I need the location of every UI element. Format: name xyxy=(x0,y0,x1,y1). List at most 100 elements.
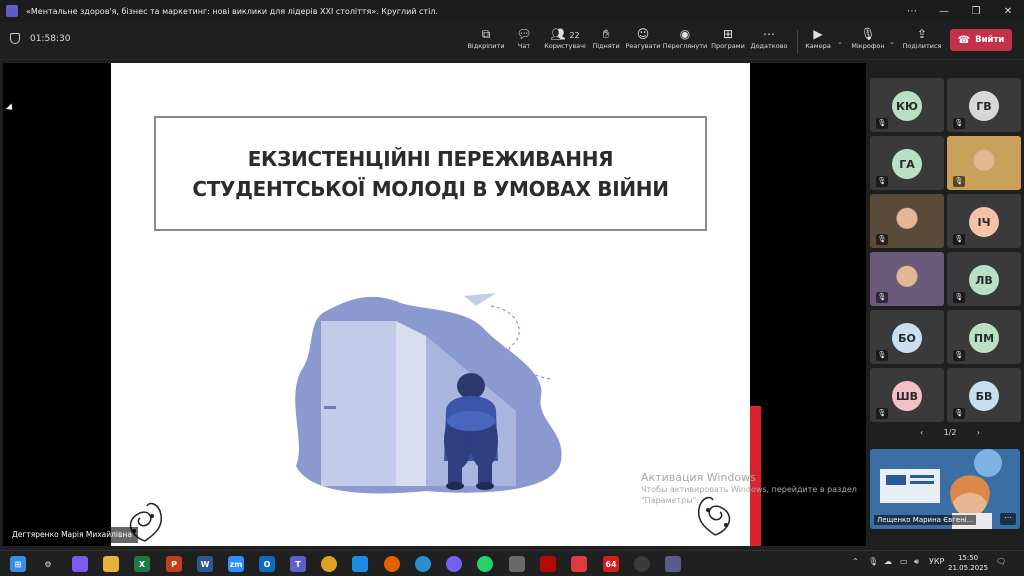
tray-cloud-icon[interactable]: ☁ xyxy=(884,557,892,566)
share-icon: ⇪ xyxy=(916,27,928,41)
mic-muted-icon: 🎙︎ xyxy=(860,27,876,41)
file-explorer-icon[interactable] xyxy=(103,556,119,572)
title-bar: «Ментальне здоров'я, бізнес та маркетинг… xyxy=(0,0,1024,22)
teams-icon[interactable]: T xyxy=(290,556,306,572)
teams-app-icon xyxy=(6,5,18,17)
participant-tile[interactable]: ІЧ 🎙︎ xyxy=(947,194,1021,248)
mic-button[interactable]: 🎙︎ Мікрофон xyxy=(845,26,891,56)
tray-mic-icon[interactable]: 🎙︎ xyxy=(868,557,878,566)
window-controls: ⋯ — ❐ ✕ xyxy=(896,0,1024,22)
shield-icon xyxy=(10,33,20,44)
anydesk-icon[interactable] xyxy=(571,556,587,572)
phone-hangup-icon: ☎ xyxy=(957,34,971,46)
viber-icon[interactable] xyxy=(446,556,462,572)
zoom-icon[interactable]: zm xyxy=(228,556,244,572)
calculator-icon[interactable] xyxy=(509,556,525,572)
excel-icon[interactable]: X xyxy=(134,556,150,572)
people-icon: 👥︎ 22 xyxy=(550,27,580,41)
maximize-icon[interactable]: ❐ xyxy=(960,0,992,22)
store-icon[interactable] xyxy=(352,556,368,572)
tray-battery-icon[interactable]: ▭ xyxy=(900,557,908,566)
tray-chevron-icon[interactable]: ⌃ xyxy=(852,557,859,566)
whatsapp-icon[interactable] xyxy=(477,556,493,572)
chrome-icon[interactable] xyxy=(321,556,337,572)
participant-tile[interactable]: ПМ 🎙︎ xyxy=(947,310,1021,364)
app-globe-icon[interactable] xyxy=(634,556,650,572)
participant-tile[interactable]: 🎙︎ xyxy=(870,252,944,306)
mic-muted-icon: 🎙︎ xyxy=(953,118,965,129)
acrobat-icon[interactable] xyxy=(540,556,556,572)
tray-volume-icon[interactable]: 🔊︎ xyxy=(914,557,919,567)
system-clock[interactable]: 15:50 21.05.2025 xyxy=(948,553,988,573)
participant-tile[interactable]: ГА 🎙︎ xyxy=(870,136,944,190)
share-button[interactable]: ⇪ Поділитися xyxy=(899,26,945,56)
gallery-pager: ‹ 1/2 › xyxy=(920,428,980,437)
react-button[interactable]: ☺ Реагувати xyxy=(620,26,666,56)
view-button[interactable]: ◉ Переглянути xyxy=(662,26,708,56)
participant-avatar: ШВ xyxy=(892,381,922,411)
slide-title-box: ЕКЗИСТЕНЦІЙНІ ПЕРЕЖИВАННЯ СТУДЕНТСЬКОЇ М… xyxy=(154,116,707,231)
participant-tile[interactable]: ЛВ 🎙︎ xyxy=(947,252,1021,306)
view-icon: ◉ xyxy=(679,27,691,41)
page-indicator: 1/2 xyxy=(943,428,957,437)
people-button[interactable]: 👥︎ 22 Користувачі xyxy=(542,26,588,56)
timer-text: 01:58:30 xyxy=(30,33,71,44)
notification-icon[interactable]: 🗨︎ xyxy=(996,557,1006,566)
ellipsis-icon: ⋯ xyxy=(763,27,775,41)
minimize-icon[interactable]: — xyxy=(928,0,960,22)
chat-button[interactable]: 💬︎ Чат xyxy=(501,26,547,56)
sad-person-illustration xyxy=(295,293,562,494)
mic-options-chevron-icon[interactable]: ⌄ xyxy=(889,38,895,46)
chat-icon: 💬︎ xyxy=(516,27,532,41)
apps-button[interactable]: ⊞ Програми xyxy=(705,26,751,56)
leave-button[interactable]: ☎ Вийти xyxy=(950,29,1012,51)
mic-muted-icon: 🎙︎ xyxy=(953,176,965,187)
participant-tile[interactable]: ГВ 🎙︎ xyxy=(947,78,1021,132)
mic-muted-icon: 🎙︎ xyxy=(876,118,888,129)
popout-icon: ⧉ xyxy=(481,27,491,41)
more-options-icon[interactable]: ⋯ xyxy=(896,0,928,22)
powerpoint-icon[interactable]: P xyxy=(166,556,182,572)
copilot-icon[interactable] xyxy=(72,556,88,572)
participant-avatar: КЮ xyxy=(892,91,922,121)
meeting-toolbar: 01:58:30 ⧉ Відкріпити 💬︎ Чат 👥︎ 22 Корис… xyxy=(0,22,1024,60)
more-button[interactable]: ⋯ Додатково xyxy=(746,26,792,56)
hand-icon: ✋︎ xyxy=(602,27,610,41)
prev-page-icon[interactable]: ‹ xyxy=(920,428,923,437)
participant-avatar: ПМ xyxy=(969,323,999,353)
participant-avatar: ІЧ xyxy=(969,207,999,237)
mic-muted-icon: 🎙︎ xyxy=(876,234,888,245)
meeting-timer: 01:58:30 xyxy=(10,33,70,44)
next-page-icon[interactable]: › xyxy=(977,428,980,437)
presenter-name-label: Дегтяренко Марія Михайлівна xyxy=(6,527,138,543)
participant-tile[interactable]: КЮ 🎙︎ xyxy=(870,78,944,132)
mic-muted-icon: 🎙︎ xyxy=(876,350,888,361)
smiley-icon: ☺ xyxy=(636,27,650,41)
edge-icon[interactable] xyxy=(415,556,431,572)
participant-avatar: БО xyxy=(892,323,922,353)
aida64-icon[interactable]: 64 xyxy=(603,556,619,572)
mic-muted-icon: 🎙︎ xyxy=(953,408,965,419)
participant-tile[interactable]: ШВ 🎙︎ xyxy=(870,368,944,422)
windows-activation-watermark: Активация Windows Чтобы активировать Win… xyxy=(641,471,857,505)
mic-muted-icon: 🎙︎ xyxy=(876,292,888,303)
active-speaker-tile[interactable]: Лещенко Марина Євгені... ⋯ xyxy=(870,449,1020,529)
settings-gear-icon[interactable]: ⚙ xyxy=(40,556,56,572)
close-icon[interactable]: ✕ xyxy=(992,0,1024,22)
participant-tile[interactable]: 🎙︎ xyxy=(947,136,1021,190)
camera-button[interactable]: ▶︎ Камера xyxy=(795,26,841,56)
start-icon[interactable]: ⊞ xyxy=(10,556,26,572)
participant-tile[interactable]: БВ 🎙︎ xyxy=(947,368,1021,422)
participant-tile[interactable]: 🎙︎ xyxy=(870,194,944,248)
participant-avatar: БВ xyxy=(969,381,999,411)
speaker-more-options-icon[interactable]: ⋯ xyxy=(1000,513,1016,525)
outlook-icon[interactable]: O xyxy=(259,556,275,572)
firefox-icon[interactable] xyxy=(384,556,400,572)
participant-tile[interactable]: БО 🎙︎ xyxy=(870,310,944,364)
mic-muted-icon: 🎙︎ xyxy=(953,350,965,361)
keyboard-language[interactable]: УКР xyxy=(929,557,944,566)
windows-taskbar: ⊞ ⚙ X P W zm O T 64 ⌃ 🎙︎ ☁ ▭ 🔊︎ УКР 15:5… xyxy=(0,550,1024,576)
word-icon[interactable]: W xyxy=(197,556,213,572)
save-disk-icon[interactable] xyxy=(665,556,681,572)
camera-options-chevron-icon[interactable]: ⌄ xyxy=(837,38,843,46)
